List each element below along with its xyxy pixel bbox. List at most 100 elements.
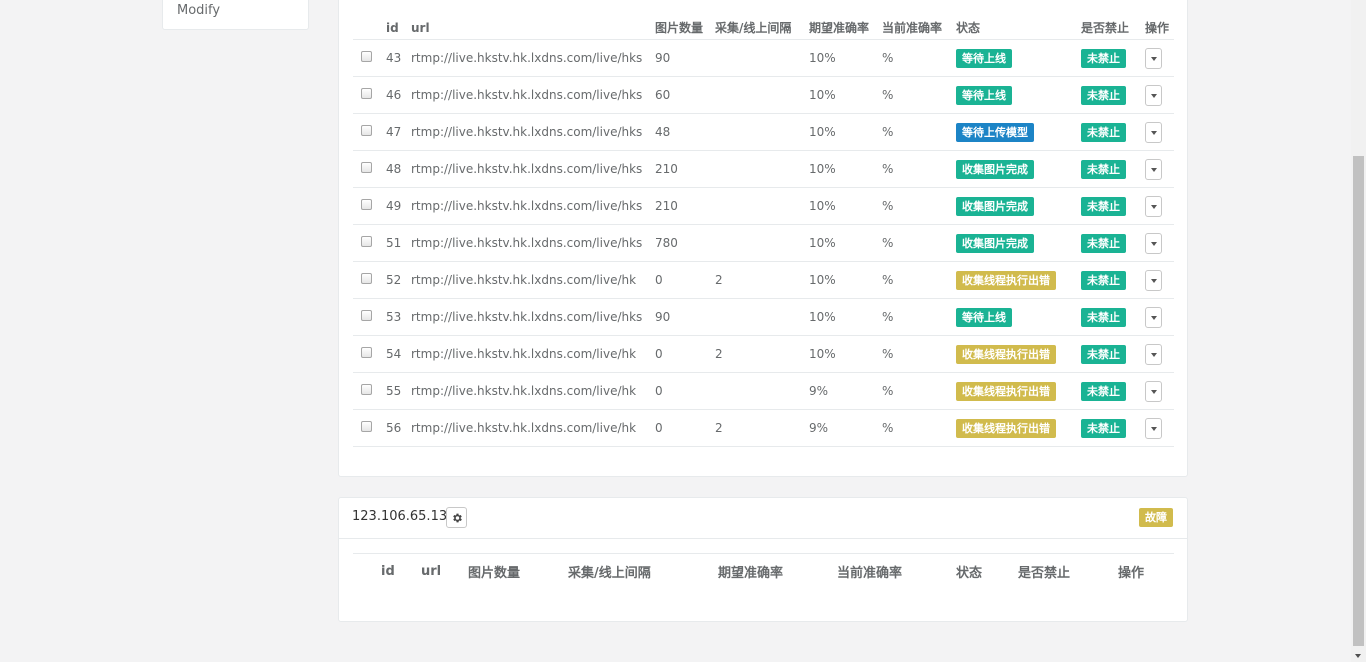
header-url: url xyxy=(421,553,468,588)
row-interval: 2 xyxy=(715,273,723,287)
id-cell: 56 xyxy=(386,409,411,447)
row-checkbox[interactable] xyxy=(361,199,372,210)
header-current: 当前准确率 xyxy=(837,553,956,588)
count-cell: 90 xyxy=(655,39,715,77)
sidebar-item-modify[interactable]: Modify xyxy=(177,3,220,18)
status-badge: 等待上线 xyxy=(956,48,1012,68)
row-current-accuracy: % xyxy=(882,310,894,324)
row-current-accuracy: % xyxy=(882,199,894,213)
row-checkbox-cell xyxy=(353,224,386,262)
header-actions: 操作 xyxy=(1118,553,1174,588)
actions-cell xyxy=(1145,76,1174,114)
status-cell: 收集图片完成 xyxy=(956,187,1081,225)
id-cell: 52 xyxy=(386,261,411,299)
actions-cell xyxy=(1145,261,1174,299)
row-expected-accuracy: 10% xyxy=(809,273,836,287)
row-checkbox[interactable] xyxy=(361,384,372,395)
ban-badge: 未禁止 xyxy=(1081,122,1126,142)
interval-cell xyxy=(715,76,809,114)
row-checkbox-cell xyxy=(353,76,386,114)
header-checkbox-col xyxy=(353,553,381,588)
count-cell: 90 xyxy=(655,298,715,336)
url-cell: rtmp://live.hkstv.hk.lxdns.com/live/hks xyxy=(411,187,655,225)
ban-badge: 未禁止 xyxy=(1081,381,1126,401)
expected-cell: 10% xyxy=(809,187,882,225)
row-id: 48 xyxy=(386,162,402,176)
status-badge: 收集线程执行出错 xyxy=(956,270,1056,290)
fault-badge: 故障 xyxy=(1139,508,1173,527)
ban-badge: 未禁止 xyxy=(1081,233,1126,253)
row-current-accuracy: % xyxy=(882,51,894,65)
row-expected-accuracy: 10% xyxy=(809,236,836,250)
row-url: rtmp://live.hkstv.hk.lxdns.com/live/hks xyxy=(411,236,643,250)
header-expected: 期望准确率 xyxy=(718,553,837,588)
status-cell: 收集线程执行出错 xyxy=(956,261,1081,299)
row-current-accuracy: % xyxy=(882,347,894,361)
status-badge: 收集图片完成 xyxy=(956,196,1034,216)
actions-dropdown-button[interactable] xyxy=(1145,195,1162,217)
page-scrollbar[interactable] xyxy=(1351,0,1366,662)
row-checkbox[interactable] xyxy=(361,347,372,358)
url-cell: rtmp://live.hkstv.hk.lxdns.com/live/hks xyxy=(411,298,655,336)
actions-cell xyxy=(1145,113,1174,151)
ban-badge: 未禁止 xyxy=(1081,344,1126,364)
row-image-count: 0 xyxy=(655,273,663,287)
row-checkbox[interactable] xyxy=(361,310,372,321)
actions-dropdown-button[interactable] xyxy=(1145,84,1162,106)
row-checkbox[interactable] xyxy=(361,273,372,284)
gear-icon xyxy=(452,513,462,522)
actions-dropdown-button[interactable] xyxy=(1145,47,1162,69)
row-id: 56 xyxy=(386,421,402,435)
ban-badge: 未禁止 xyxy=(1081,85,1126,105)
scrollbar-thumb[interactable] xyxy=(1353,156,1364,646)
interval-cell: 2 xyxy=(715,335,809,373)
ban-cell: 未禁止 xyxy=(1081,335,1145,373)
row-image-count: 0 xyxy=(655,421,663,435)
expected-cell: 10% xyxy=(809,150,882,188)
actions-dropdown-button[interactable] xyxy=(1145,343,1162,365)
current-cell: % xyxy=(882,298,956,336)
header-actions: 操作 xyxy=(1145,0,1174,40)
scroll-down-arrow-icon[interactable] xyxy=(1355,654,1361,658)
row-checkbox-cell xyxy=(353,39,386,77)
actions-dropdown-button[interactable] xyxy=(1145,380,1162,402)
row-checkbox[interactable] xyxy=(361,421,372,432)
row-id: 53 xyxy=(386,310,402,324)
table-row: 52 rtmp://live.hkstv.hk.lxdns.com/live/hk… xyxy=(353,261,1174,299)
expected-cell: 10% xyxy=(809,224,882,262)
status-cell: 收集线程执行出错 xyxy=(956,372,1081,410)
actions-dropdown-button[interactable] xyxy=(1145,158,1162,180)
row-checkbox[interactable] xyxy=(361,236,372,247)
id-cell: 47 xyxy=(386,113,411,151)
settings-button[interactable] xyxy=(446,507,467,528)
url-cell: rtmp://live.hkstv.hk.lxdns.com/live/hks xyxy=(411,150,655,188)
actions-dropdown-button[interactable] xyxy=(1145,417,1162,439)
expected-cell: 9% xyxy=(809,372,882,410)
row-url: rtmp://live.hkstv.hk.lxdns.com/live/hk xyxy=(411,347,637,361)
expected-cell: 10% xyxy=(809,261,882,299)
url-cell: rtmp://live.hkstv.hk.lxdns.com/live/hk xyxy=(411,409,655,447)
current-cell: % xyxy=(882,335,956,373)
id-cell: 48 xyxy=(386,150,411,188)
ban-badge: 未禁止 xyxy=(1081,48,1126,68)
interval-cell xyxy=(715,150,809,188)
actions-dropdown-button[interactable] xyxy=(1145,269,1162,291)
row-image-count: 0 xyxy=(655,384,663,398)
device-ip: 123.106.65.138 xyxy=(352,509,456,524)
row-checkbox[interactable] xyxy=(361,51,372,62)
row-image-count: 0 xyxy=(655,347,663,361)
header-url: url xyxy=(411,0,655,40)
row-checkbox[interactable] xyxy=(361,162,372,173)
table-row: 49 rtmp://live.hkstv.hk.lxdns.com/live/hk… xyxy=(353,187,1174,225)
actions-dropdown-button[interactable] xyxy=(1145,121,1162,143)
url-cell: rtmp://live.hkstv.hk.lxdns.com/live/hks xyxy=(411,39,655,77)
row-interval: 2 xyxy=(715,421,723,435)
row-url: rtmp://live.hkstv.hk.lxdns.com/live/hks xyxy=(411,51,643,65)
row-checkbox[interactable] xyxy=(361,88,372,99)
row-checkbox[interactable] xyxy=(361,125,372,136)
actions-dropdown-button[interactable] xyxy=(1145,306,1162,328)
actions-dropdown-button[interactable] xyxy=(1145,232,1162,254)
header-id: id xyxy=(386,0,411,40)
current-cell: % xyxy=(882,187,956,225)
id-cell: 49 xyxy=(386,187,411,225)
